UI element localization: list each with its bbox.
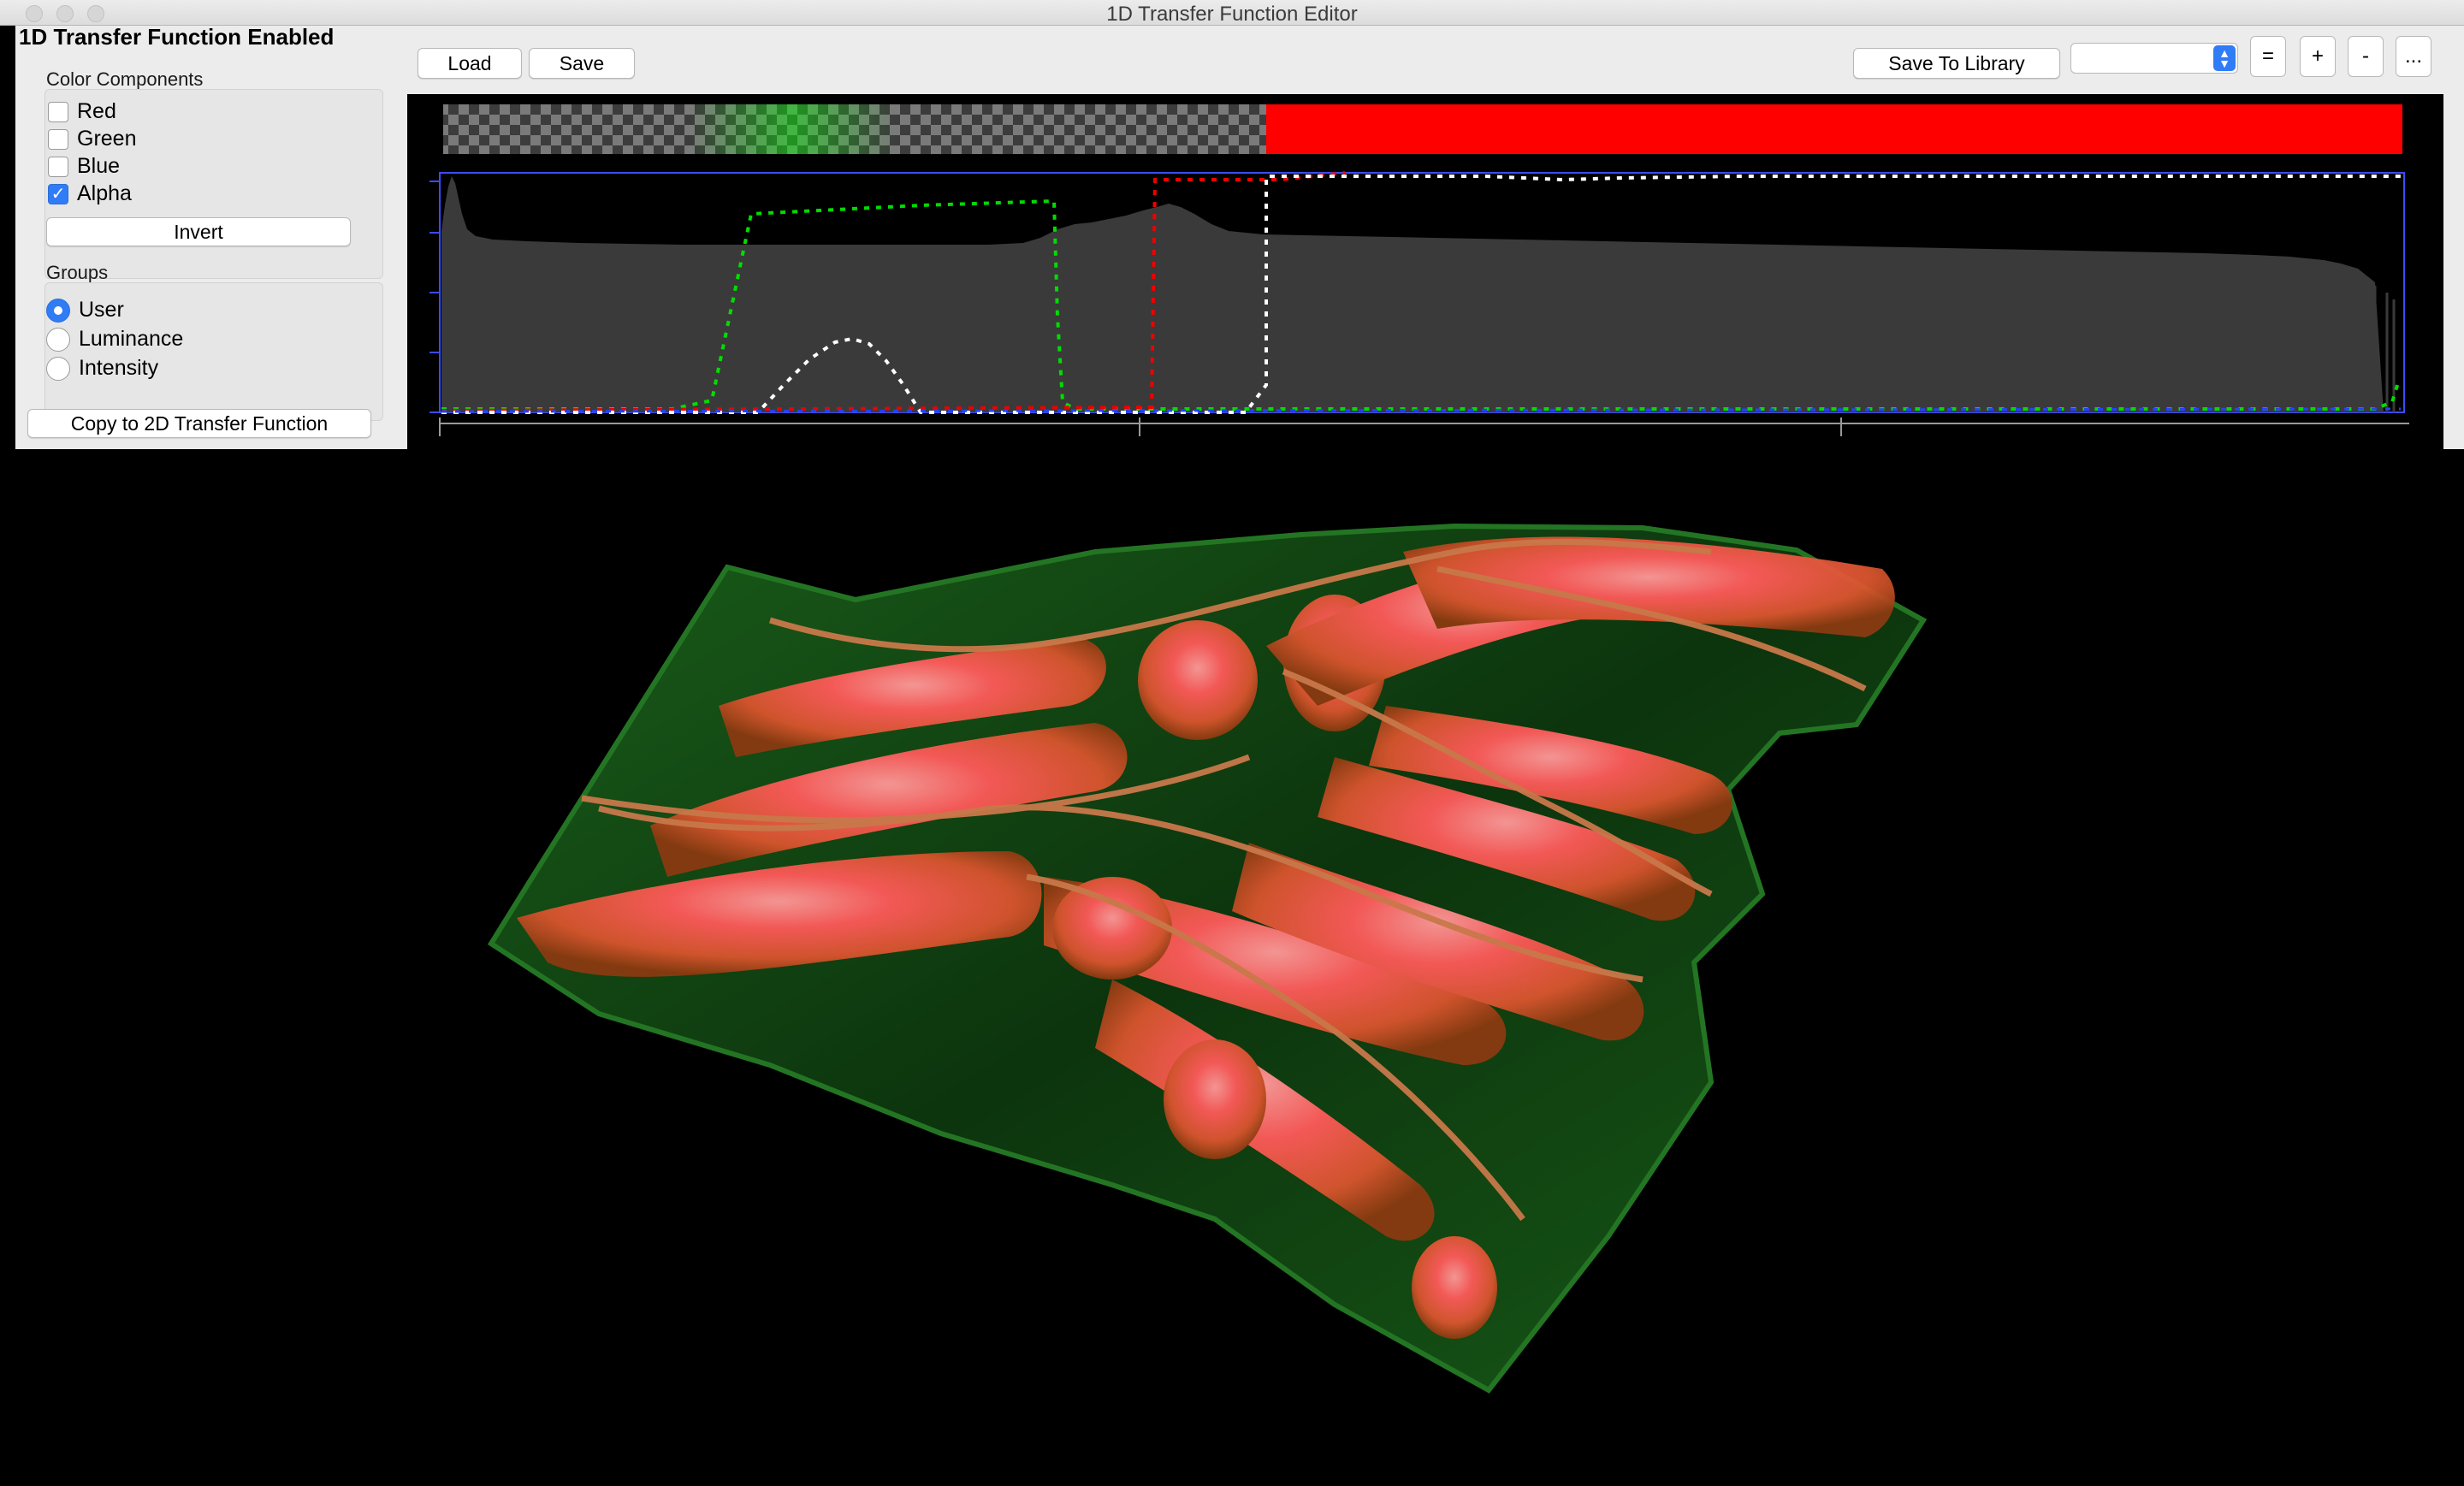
transfer-function-editor[interactable] [407, 94, 2443, 449]
checkmark-icon: ✓ [50, 184, 66, 204]
window-title: 1D Transfer Function Editor [1106, 3, 1358, 26]
luminance-radio[interactable] [46, 327, 70, 352]
enabled-label: 1D Transfer Function Enabled [19, 24, 335, 50]
green-label: Green [77, 127, 137, 151]
intensity-label: Intensity [79, 356, 159, 380]
histogram [441, 176, 2384, 412]
blue-checkbox[interactable] [48, 156, 68, 177]
colormap-bar[interactable] [443, 104, 2402, 154]
user-radio[interactable] [46, 298, 70, 323]
luminance-label: Luminance [79, 327, 184, 351]
alpha-checkbox[interactable]: ✓ [48, 183, 68, 204]
load-button[interactable]: Load [418, 48, 522, 79]
y-axis-ticks [429, 181, 440, 413]
minus-button[interactable]: - [2348, 36, 2384, 77]
library-select[interactable]: ▲ ▼ [2070, 43, 2238, 74]
copy-to-2d-button[interactable]: Copy to 2D Transfer Function [27, 409, 371, 438]
green-checkbox-row[interactable]: Green [48, 127, 136, 151]
intensity-radio[interactable] [46, 356, 70, 381]
blue-label: Blue [77, 154, 121, 178]
red-checkbox-row[interactable]: Red [48, 99, 116, 124]
x-axis-ticks [439, 417, 1842, 436]
save-to-library-button[interactable]: Save To Library [1853, 48, 2060, 79]
green-checkbox[interactable] [48, 128, 68, 150]
color-components-title: Color Components [46, 68, 204, 90]
user-radio-row[interactable]: User [46, 298, 124, 323]
blue-checkbox-row[interactable]: Blue [48, 154, 120, 179]
more-button[interactable]: ... [2396, 36, 2431, 77]
toolbar: Load Save Save To Library ▲ ▼ = + - ... [407, 26, 2443, 94]
select-arrows-icon: ▲ ▼ [2213, 45, 2236, 71]
intensity-radio-row[interactable]: Intensity [46, 356, 158, 381]
red-checkbox[interactable] [48, 101, 68, 122]
plus-button[interactable]: + [2300, 36, 2336, 77]
colormap-red-region [1266, 104, 2402, 154]
alpha-checkbox-row[interactable]: ✓ Alpha [48, 181, 132, 206]
red-label: Red [77, 99, 116, 123]
save-button[interactable]: Save [529, 48, 635, 79]
invert-button[interactable]: Invert [46, 217, 351, 246]
alpha-label: Alpha [77, 181, 132, 205]
colormap-green-region [690, 104, 895, 154]
hand-render [487, 523, 1928, 1394]
window-titlebar: 1D Transfer Function Editor [0, 0, 2464, 26]
right-edge-strip [2443, 26, 2464, 449]
left-panel: 1D Transfer Function Enabled Color Compo… [15, 24, 407, 449]
luminance-radio-row[interactable]: Luminance [46, 327, 183, 352]
groups-title: Groups [46, 262, 109, 283]
user-label: User [79, 298, 124, 322]
volume-render-viewport[interactable] [0, 449, 2464, 1482]
equal-button[interactable]: = [2250, 36, 2286, 77]
